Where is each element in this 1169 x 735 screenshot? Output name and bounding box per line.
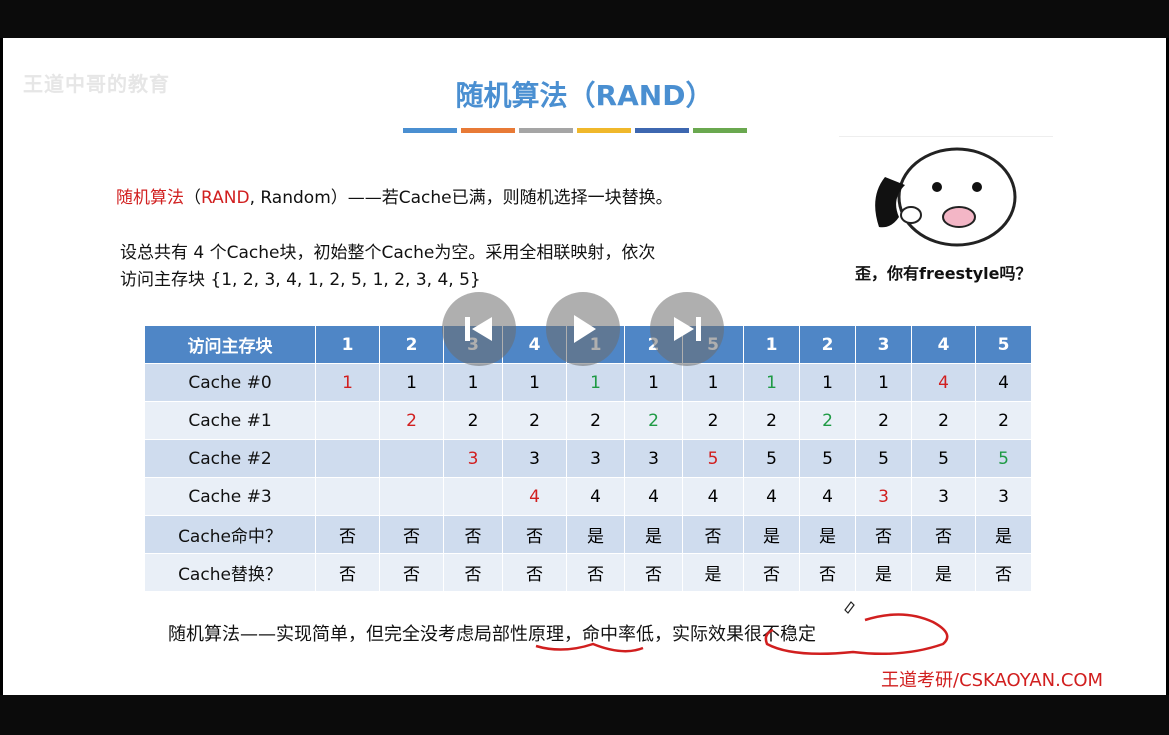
play-icon <box>574 315 596 343</box>
play-button[interactable] <box>546 292 620 366</box>
skip-previous-icon <box>465 317 492 341</box>
top-letterbox-bar <box>0 0 1169 38</box>
previous-button[interactable] <box>442 292 516 366</box>
next-button[interactable] <box>650 292 724 366</box>
bottom-letterbox-bar <box>0 695 1169 735</box>
brand-footer: 王道考研/CSKAOYAN.COM <box>881 670 1104 691</box>
media-controls <box>442 292 724 368</box>
skip-next-icon <box>674 317 701 341</box>
